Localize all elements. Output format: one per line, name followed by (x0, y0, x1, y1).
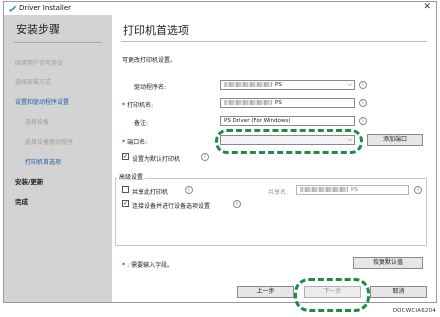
info-icon[interactable]: i (359, 81, 367, 89)
info-icon[interactable]: i (414, 186, 422, 194)
required-note: *: 需要输入字段。 (122, 262, 174, 269)
driver-name-label: 驱动程序名: (134, 84, 167, 91)
installer-app-icon (9, 5, 17, 13)
window-title: Driver Installer (19, 4, 72, 12)
share-name-label: 共享名: (268, 189, 289, 196)
step-printer-preferences: 打印机首选项 (25, 159, 62, 166)
chevron-down-icon: ⌵ (347, 81, 352, 88)
port-highlight-callout (215, 129, 363, 154)
steps-divider (14, 42, 102, 43)
share-printer-label: 共享此打印机 (132, 189, 169, 196)
step-select-driver: 选择设备驱动程序 (25, 139, 74, 146)
step-select-device: 选择设备 (25, 119, 50, 126)
next-highlight-callout (294, 278, 370, 312)
info-icon[interactable]: i (233, 200, 241, 208)
step-license: 阅读用户许可协议 (15, 60, 64, 67)
default-printer-label: 设置为默认打印机 (132, 156, 181, 163)
close-icon[interactable]: ✕ (423, 2, 431, 12)
steps-title: 安装步骤 (16, 23, 60, 36)
sync-device-label: 连接设备并进行设备选项设置 (132, 203, 211, 210)
required-marker: * (122, 102, 126, 109)
note-label: 备注: (134, 120, 149, 127)
info-icon[interactable]: i (359, 117, 367, 125)
redacted-text (224, 82, 272, 87)
printer-name-input[interactable]: PS (220, 98, 355, 108)
add-port-button[interactable]: 添加端口 (367, 134, 423, 146)
required-marker: * (122, 262, 126, 269)
step-finish: 完成 (15, 198, 28, 206)
steps-sidebar: 安装步骤 阅读用户许可协议 选择安装方式 设置和驱动程序设置 选择设备 选择设备… (4, 15, 112, 302)
share-name-input[interactable]: PS (296, 185, 409, 195)
sync-device-checkbox[interactable]: ✓ (122, 200, 129, 207)
driver-name-select[interactable]: PS ⌵ (220, 80, 355, 90)
back-button[interactable]: 上一步 (237, 286, 294, 298)
page-description: 可更改打印机设置。 (122, 57, 177, 64)
title-divider (121, 41, 427, 42)
note-input[interactable]: PS Driver (For Windows) (220, 116, 355, 126)
advanced-settings-title: 高级设置 (117, 172, 146, 181)
port-name-label: * 端口名: (122, 139, 148, 146)
info-icon[interactable]: i (201, 153, 209, 161)
share-printer-checkbox[interactable] (122, 186, 129, 193)
cancel-button[interactable]: 取消 (370, 286, 427, 298)
restore-defaults-button[interactable]: 恢复默认值 (353, 257, 423, 269)
installer-window: Driver Installer ✕ 安装步骤 阅读用户许可协议 选择安装方式 … (3, 1, 437, 312)
required-marker: * (122, 139, 126, 146)
info-icon[interactable]: i (185, 186, 193, 194)
title-bar: Driver Installer ✕ (4, 2, 436, 15)
default-printer-checkbox[interactable]: ✓ (122, 153, 129, 160)
step-driver-settings: 设置和驱动程序设置 (15, 99, 70, 106)
page-title: 打印机首选项 (123, 24, 189, 37)
printer-name-label: * 打印机名: (122, 102, 154, 109)
step-install-update: 安装/更新 (15, 178, 44, 186)
document-code: DOCWCIA6204 (392, 308, 436, 314)
step-install-method: 选择安装方式 (15, 79, 52, 86)
redacted-text (300, 187, 348, 192)
redacted-text (224, 100, 272, 105)
info-icon[interactable]: i (359, 99, 367, 107)
